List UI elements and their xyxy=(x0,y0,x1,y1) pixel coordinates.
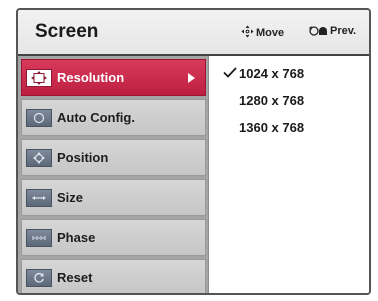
move-arrows-icon xyxy=(241,25,254,38)
option-1360x768[interactable]: 1360 x 768 xyxy=(239,120,304,135)
menu-item-label: Size xyxy=(57,190,84,205)
menu-item-phase[interactable]: Phase xyxy=(21,219,206,256)
menu-item-auto-config[interactable]: Auto Config. xyxy=(21,99,206,136)
menu-item-position[interactable]: Position xyxy=(21,139,206,176)
submenu-arrow-icon xyxy=(188,73,195,83)
resolution-options: 1024 x 768 1280 x 768 1360 x 768 xyxy=(211,56,369,293)
option-label: 1024 x 768 xyxy=(239,66,305,81)
resolution-icon xyxy=(26,68,52,87)
menu-item-label: Phase xyxy=(57,230,96,245)
option-label: 1360 x 768 xyxy=(239,120,305,135)
prev-hint-label: Prev. xyxy=(330,25,357,37)
option-1280x768[interactable]: 1280 x 768 xyxy=(239,93,304,108)
menu-item-label: Resolution xyxy=(57,70,125,85)
auto-config-icon xyxy=(26,108,52,127)
phase-icon xyxy=(26,228,52,247)
menu-item-reset[interactable]: Reset xyxy=(21,259,206,293)
reset-icon xyxy=(26,268,52,287)
move-hint: Move xyxy=(241,25,284,39)
menu-item-resolution[interactable]: Resolution xyxy=(21,59,206,96)
option-1024x768[interactable]: 1024 x 768 xyxy=(223,66,304,81)
screen-menu-window: Screen Move Prev. Resolution Auto Config… xyxy=(16,8,371,295)
move-hint-label: Move xyxy=(256,27,285,39)
menu-title: Screen xyxy=(35,21,99,42)
menu-header: Screen Move Prev. xyxy=(18,10,369,56)
menu-item-label: Position xyxy=(57,150,109,165)
checkmark-icon xyxy=(223,66,239,81)
menu-item-size[interactable]: Size xyxy=(21,179,206,216)
size-icon xyxy=(26,188,52,207)
position-icon xyxy=(26,148,52,167)
prev-hint: Prev. xyxy=(308,25,356,37)
menu-item-label: Auto Config. xyxy=(57,110,135,125)
back-button-icon xyxy=(309,26,327,36)
option-label: 1280 x 768 xyxy=(239,93,305,108)
settings-menu: Resolution Auto Config. Position Size Ph… xyxy=(18,56,209,293)
menu-item-label: Reset xyxy=(57,270,93,285)
